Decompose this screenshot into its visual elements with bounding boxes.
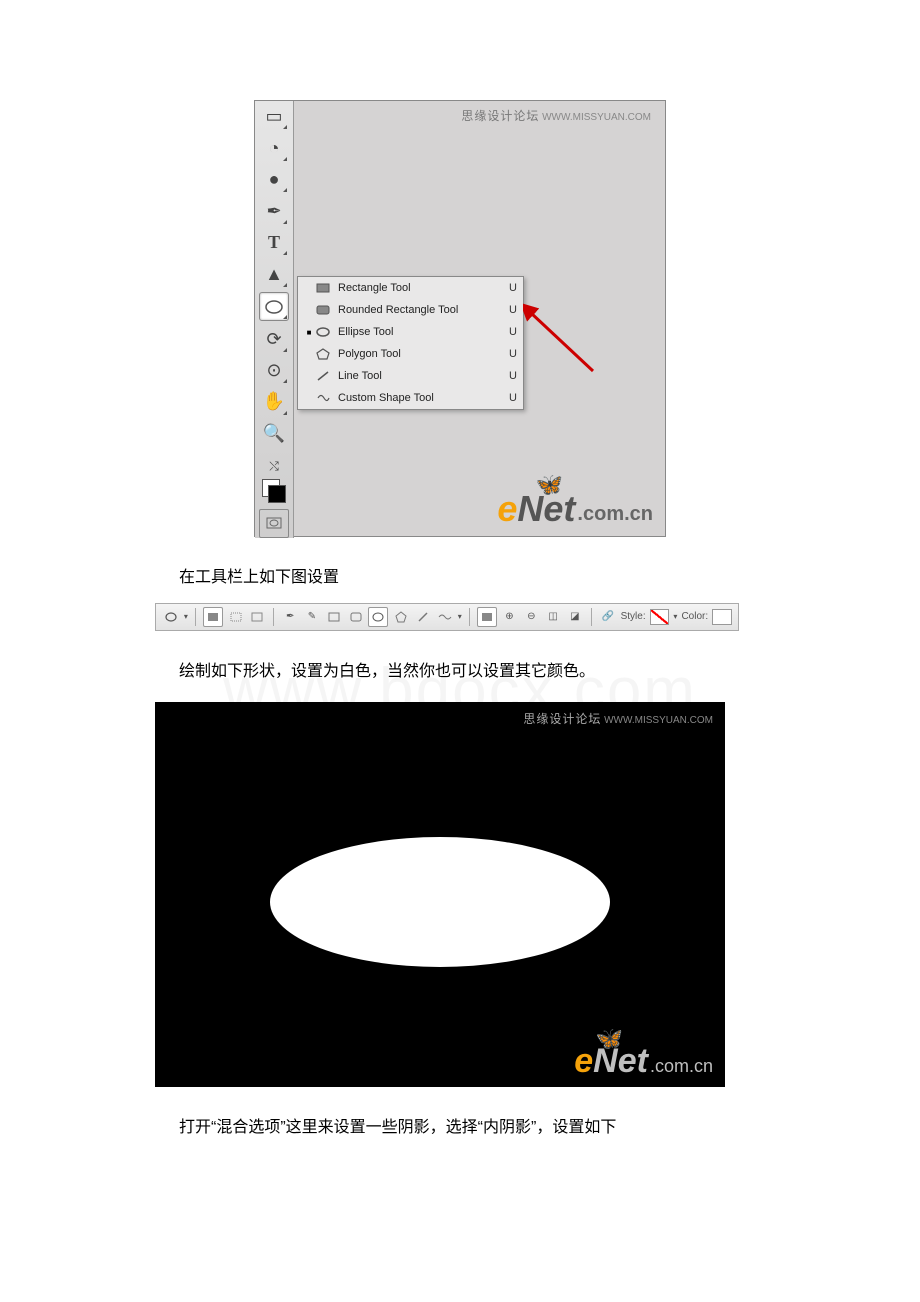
- caption-1: 在工具栏上如下图设置: [179, 565, 765, 591]
- combine-new-icon[interactable]: [477, 607, 497, 627]
- flyout-label: Rounded Rectangle Tool: [332, 304, 501, 316]
- dodge-tool[interactable]: ●: [260, 166, 288, 193]
- combine-add-icon[interactable]: ⊕: [501, 608, 519, 626]
- shape-tool[interactable]: [259, 292, 289, 321]
- flyout-polygon[interactable]: Polygon Tool U: [298, 343, 523, 365]
- combine-subtract-icon[interactable]: ⊖: [522, 608, 540, 626]
- butterfly-icon: 🦋: [596, 1026, 623, 1052]
- flyout-label: Polygon Tool: [332, 348, 501, 360]
- separator: [469, 608, 470, 626]
- watermark-cn: 思缘设计论坛: [523, 712, 601, 726]
- flyout-label: Ellipse Tool: [332, 326, 501, 338]
- enet-domain: .com.cn: [650, 1056, 713, 1077]
- 3d-orbit-tool[interactable]: ⊙: [260, 357, 288, 384]
- 3d-rotate-tool[interactable]: ⟳: [260, 325, 288, 352]
- paths-mode[interactable]: [227, 608, 245, 626]
- watermark-cn: 思缘设计论坛: [461, 109, 539, 123]
- line-shape-icon[interactable]: [414, 608, 432, 626]
- flyout-label: Line Tool: [332, 370, 501, 382]
- swap-colors[interactable]: ⤭: [260, 459, 288, 473]
- flyout-rounded-rect[interactable]: Rounded Rectangle Tool U: [298, 299, 523, 321]
- color-swatches[interactable]: [260, 477, 288, 504]
- dropdown-icon[interactable]: ▾: [458, 612, 462, 621]
- quick-mask[interactable]: [259, 509, 289, 538]
- dropdown-icon[interactable]: ▾: [184, 612, 188, 621]
- custom-shape-icon[interactable]: [436, 608, 454, 626]
- watermark-missyuan-2: 思缘设计论坛 WWW.MISSYUAN.COM: [523, 710, 713, 727]
- dropdown-icon[interactable]: ▾: [673, 612, 677, 621]
- flyout-custom-shape[interactable]: Custom Shape Tool U: [298, 387, 523, 409]
- rectangle-icon: [314, 281, 332, 295]
- enet-e: e: [574, 1042, 593, 1081]
- photoshop-screenshot-tools: 思缘设计论坛 WWW.MISSYUAN.COM ▭ ◔ ● ✒ T ▲ ⟳ ⊙ …: [254, 100, 666, 537]
- enet-e: e: [497, 488, 517, 530]
- enet-watermark: 🦋 e Net .com.cn: [497, 488, 653, 530]
- ellipse-shape-icon[interactable]: [368, 607, 388, 627]
- enet-domain: .com.cn: [577, 503, 653, 526]
- rounded-rect-icon: [314, 303, 332, 317]
- caption-3: 打开“混合选项”这里来设置一些阴影，选择“内阴影”，设置如下: [179, 1115, 765, 1141]
- style-swatch[interactable]: [650, 609, 670, 625]
- options-bar: ▾ ✒ ✎ ▾ ⊕ ⊖ ◫ ◪ 🔗 Style: ▾ Color:: [155, 603, 739, 631]
- fill-pixels-mode[interactable]: [248, 608, 266, 626]
- path-selection-tool[interactable]: ▲: [260, 260, 288, 287]
- check-mark: ■: [304, 328, 314, 337]
- tool-preset-icon[interactable]: [162, 608, 180, 626]
- combine-exclude-icon[interactable]: ◪: [566, 608, 584, 626]
- roundrect-shape-icon[interactable]: [347, 608, 365, 626]
- watermark-en: WWW.MISSYUAN.COM: [542, 112, 651, 123]
- caption-2: 绘制如下形状，设置为白色，当然你也可以设置其它颜色。: [179, 659, 765, 685]
- polygon-icon: [314, 347, 332, 361]
- rect-shape-icon[interactable]: [325, 608, 343, 626]
- watermark-missyuan: 思缘设计论坛 WWW.MISSYUAN.COM: [461, 107, 651, 124]
- line-icon: [314, 369, 332, 383]
- flyout-shortcut: U: [501, 348, 517, 360]
- polygon-shape-icon[interactable]: [392, 608, 410, 626]
- custom-shape-icon: [314, 391, 332, 405]
- drawn-ellipse: [270, 837, 610, 967]
- annotation-arrow: [523, 301, 603, 381]
- flyout-shortcut: U: [501, 304, 517, 316]
- link-icon[interactable]: 🔗: [599, 608, 617, 626]
- separator: [591, 608, 592, 626]
- shape-layers-mode[interactable]: [203, 607, 223, 627]
- ellipse-icon: [314, 325, 332, 339]
- flyout-shortcut: U: [501, 326, 517, 338]
- shape-tool-flyout: Rectangle Tool U Rounded Rectangle Tool …: [297, 276, 524, 410]
- tool-palette: ▭ ◔ ● ✒ T ▲ ⟳ ⊙ ✋ 🔍 ⤭: [255, 101, 294, 538]
- freeform-pen-icon[interactable]: ✎: [303, 608, 321, 626]
- color-label: Color:: [681, 611, 708, 622]
- color-swatch[interactable]: [712, 609, 732, 625]
- zoom-tool[interactable]: 🔍: [260, 420, 288, 447]
- flyout-shortcut: U: [501, 282, 517, 294]
- pen-tool[interactable]: ✒: [260, 197, 288, 224]
- canvas-result: 思缘设计论坛 WWW.MISSYUAN.COM 🦋 e Net .com.cn: [155, 702, 725, 1087]
- style-label: Style:: [621, 611, 646, 622]
- hand-tool[interactable]: ✋: [260, 388, 288, 415]
- butterfly-icon: 🦋: [536, 472, 563, 498]
- enet-watermark-2: 🦋 e Net .com.cn: [574, 1042, 713, 1081]
- blur-tool[interactable]: ◔: [260, 134, 288, 161]
- flyout-line[interactable]: Line Tool U: [298, 365, 523, 387]
- separator: [195, 608, 196, 626]
- flyout-shortcut: U: [501, 370, 517, 382]
- background-color[interactable]: [268, 485, 286, 503]
- type-tool[interactable]: T: [260, 229, 288, 256]
- flyout-rectangle[interactable]: Rectangle Tool U: [298, 277, 523, 299]
- flyout-label: Rectangle Tool: [332, 282, 501, 294]
- flyout-label: Custom Shape Tool: [332, 392, 501, 404]
- flyout-shortcut: U: [501, 392, 517, 404]
- separator: [273, 608, 274, 626]
- combine-intersect-icon[interactable]: ◫: [544, 608, 562, 626]
- gradient-tool[interactable]: ▭: [260, 103, 288, 130]
- pen-icon[interactable]: ✒: [281, 608, 299, 626]
- watermark-en: WWW.MISSYUAN.COM: [604, 715, 713, 726]
- flyout-ellipse[interactable]: ■ Ellipse Tool U: [298, 321, 523, 343]
